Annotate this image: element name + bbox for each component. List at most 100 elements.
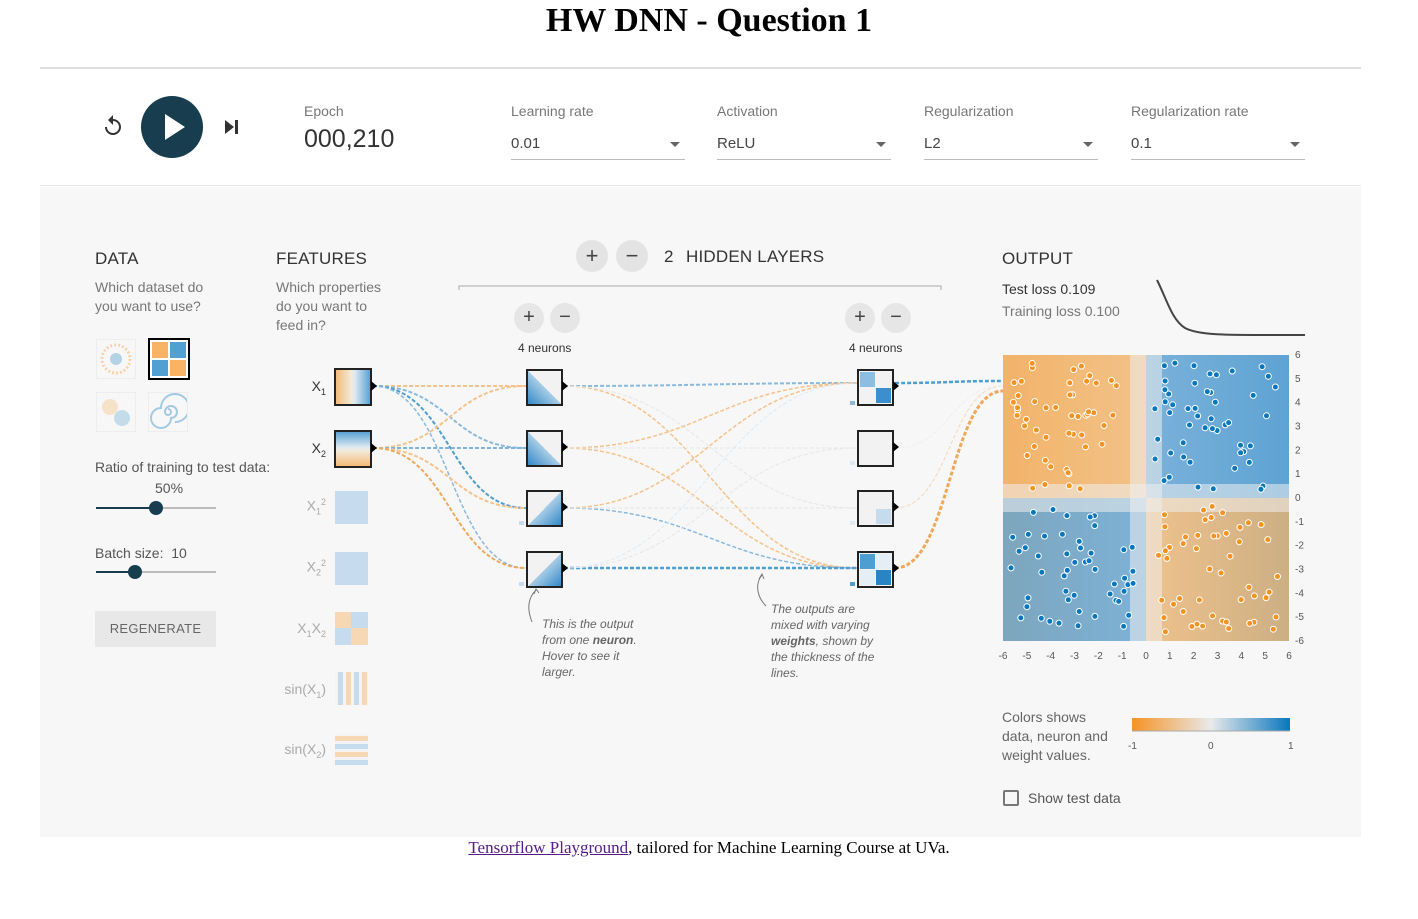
data-point (1064, 596, 1072, 604)
x-tick-label: 2 (1191, 651, 1197, 662)
data-point (1109, 411, 1117, 419)
data-point (1120, 587, 1128, 595)
feature-x2[interactable] (334, 430, 372, 468)
data-point (1098, 440, 1106, 448)
feature-label-x1: X1 (311, 378, 326, 397)
hidden-layer-1 (519, 369, 568, 588)
remove-neuron-layer1-button[interactable]: − (550, 303, 580, 333)
data-point (1179, 608, 1187, 615)
scale-mid: 0 (1208, 741, 1214, 752)
scale-max: 1 (1288, 741, 1294, 752)
data-point (1041, 456, 1049, 464)
x-tick-label: 1 (1167, 651, 1173, 662)
data-point (1110, 580, 1118, 588)
remove-neuron-layer2-button[interactable]: − (881, 303, 911, 333)
neuron-2-2[interactable] (857, 430, 894, 467)
feature-sin-x1[interactable] (335, 672, 368, 705)
data-point (1269, 625, 1277, 633)
neuron-2-4[interactable] (857, 551, 894, 588)
data-point (1264, 536, 1272, 544)
data-point (1052, 404, 1060, 411)
note-arrow (757, 574, 767, 607)
data-point (1246, 442, 1254, 450)
data-point (1165, 473, 1173, 481)
data-point (1194, 412, 1202, 420)
feature-label-sin-x1: sin(X1) (284, 681, 326, 700)
data-point (1151, 405, 1159, 413)
neuron-1-1[interactable] (526, 369, 563, 406)
footer: Tensorflow Playground, tailored for Mach… (0, 838, 1418, 858)
data-point (1091, 522, 1099, 530)
data-point (1037, 614, 1045, 622)
test-loss: Test loss 0.109 (1002, 281, 1095, 297)
feature-x1-squared[interactable] (335, 491, 368, 524)
show-test-data-label: Show test data (1028, 790, 1121, 806)
feature-x1x2[interactable] (335, 612, 368, 645)
data-point (1170, 600, 1177, 608)
data-point (1071, 558, 1079, 566)
data-point (1208, 425, 1216, 433)
data-point (1046, 617, 1054, 625)
data-point (1065, 429, 1073, 437)
data-point (1210, 532, 1218, 540)
data-point (1154, 435, 1162, 443)
loss-curve (1156, 279, 1306, 337)
data-point (1219, 509, 1227, 517)
data-point (1078, 431, 1086, 439)
neuron-2-3[interactable] (857, 490, 894, 527)
note-bold: weights (771, 634, 816, 648)
feature-x2-squared[interactable] (335, 552, 368, 585)
x-tick-label: -3 (1070, 651, 1079, 662)
data-point (1086, 372, 1094, 380)
neuron-1-4[interactable] (526, 551, 563, 588)
data-point (1245, 458, 1253, 466)
data-point (1017, 377, 1025, 385)
data-point (1085, 408, 1092, 416)
x-tick-label: 5 (1262, 651, 1268, 662)
add-layer-button[interactable]: + (576, 240, 608, 272)
feature-label-x1-squared: X12 (306, 497, 326, 517)
data-point (1009, 398, 1017, 406)
data-point (1225, 419, 1233, 427)
y-tick-label: 2 (1295, 445, 1301, 456)
data-point (1161, 511, 1168, 519)
add-neuron-layer2-button[interactable]: + (845, 303, 875, 333)
data-point (1125, 611, 1133, 619)
data-point (1129, 567, 1137, 575)
data-point (1245, 583, 1253, 591)
data-point (1023, 452, 1031, 459)
layers-count: 2 (664, 247, 674, 266)
footer-text: , tailored for Machine Learning Course a… (628, 838, 950, 857)
data-point (1179, 540, 1187, 548)
data-point (1179, 439, 1187, 447)
data-point (1014, 404, 1021, 412)
data-point (1014, 392, 1022, 400)
data-point (1066, 391, 1074, 399)
neuron-2-1[interactable] (857, 369, 894, 406)
data-point (1246, 619, 1254, 627)
data-point (1160, 362, 1168, 370)
x-tick-label: -4 (1046, 651, 1055, 662)
data-point (1262, 594, 1270, 602)
network-diagram: -6 -5 -4 -3 -2 -1 0 1 2 3 4 5 6 6 5 4 3 2 1 0 -1 -2 -3 -4 -5 -6 (334, 279, 1306, 766)
test-loss-value: 0.109 (1060, 281, 1096, 297)
data-point (1201, 424, 1209, 432)
data-point (1200, 506, 1207, 514)
y-tick-label: 6 (1295, 350, 1301, 361)
neuron-1-3[interactable] (526, 490, 563, 527)
data-point (1063, 550, 1071, 558)
data-point (1186, 458, 1194, 466)
show-test-data-checkbox[interactable] (1003, 790, 1019, 806)
tensorflow-playground-link[interactable]: Tensorflow Playground (468, 838, 628, 857)
feature-label-x2: X2 (311, 440, 326, 459)
neuron-1-2[interactable] (526, 430, 563, 467)
data-point (1129, 579, 1137, 587)
feature-sin-x2[interactable] (335, 733, 368, 766)
data-point (1194, 483, 1202, 491)
remove-layer-button[interactable]: − (616, 240, 648, 272)
feature-x1[interactable] (334, 368, 372, 406)
test-loss-label: Test loss (1002, 281, 1057, 297)
data-point (1083, 377, 1091, 385)
data-point (1207, 514, 1215, 521)
add-neuron-layer1-button[interactable]: + (514, 303, 544, 333)
